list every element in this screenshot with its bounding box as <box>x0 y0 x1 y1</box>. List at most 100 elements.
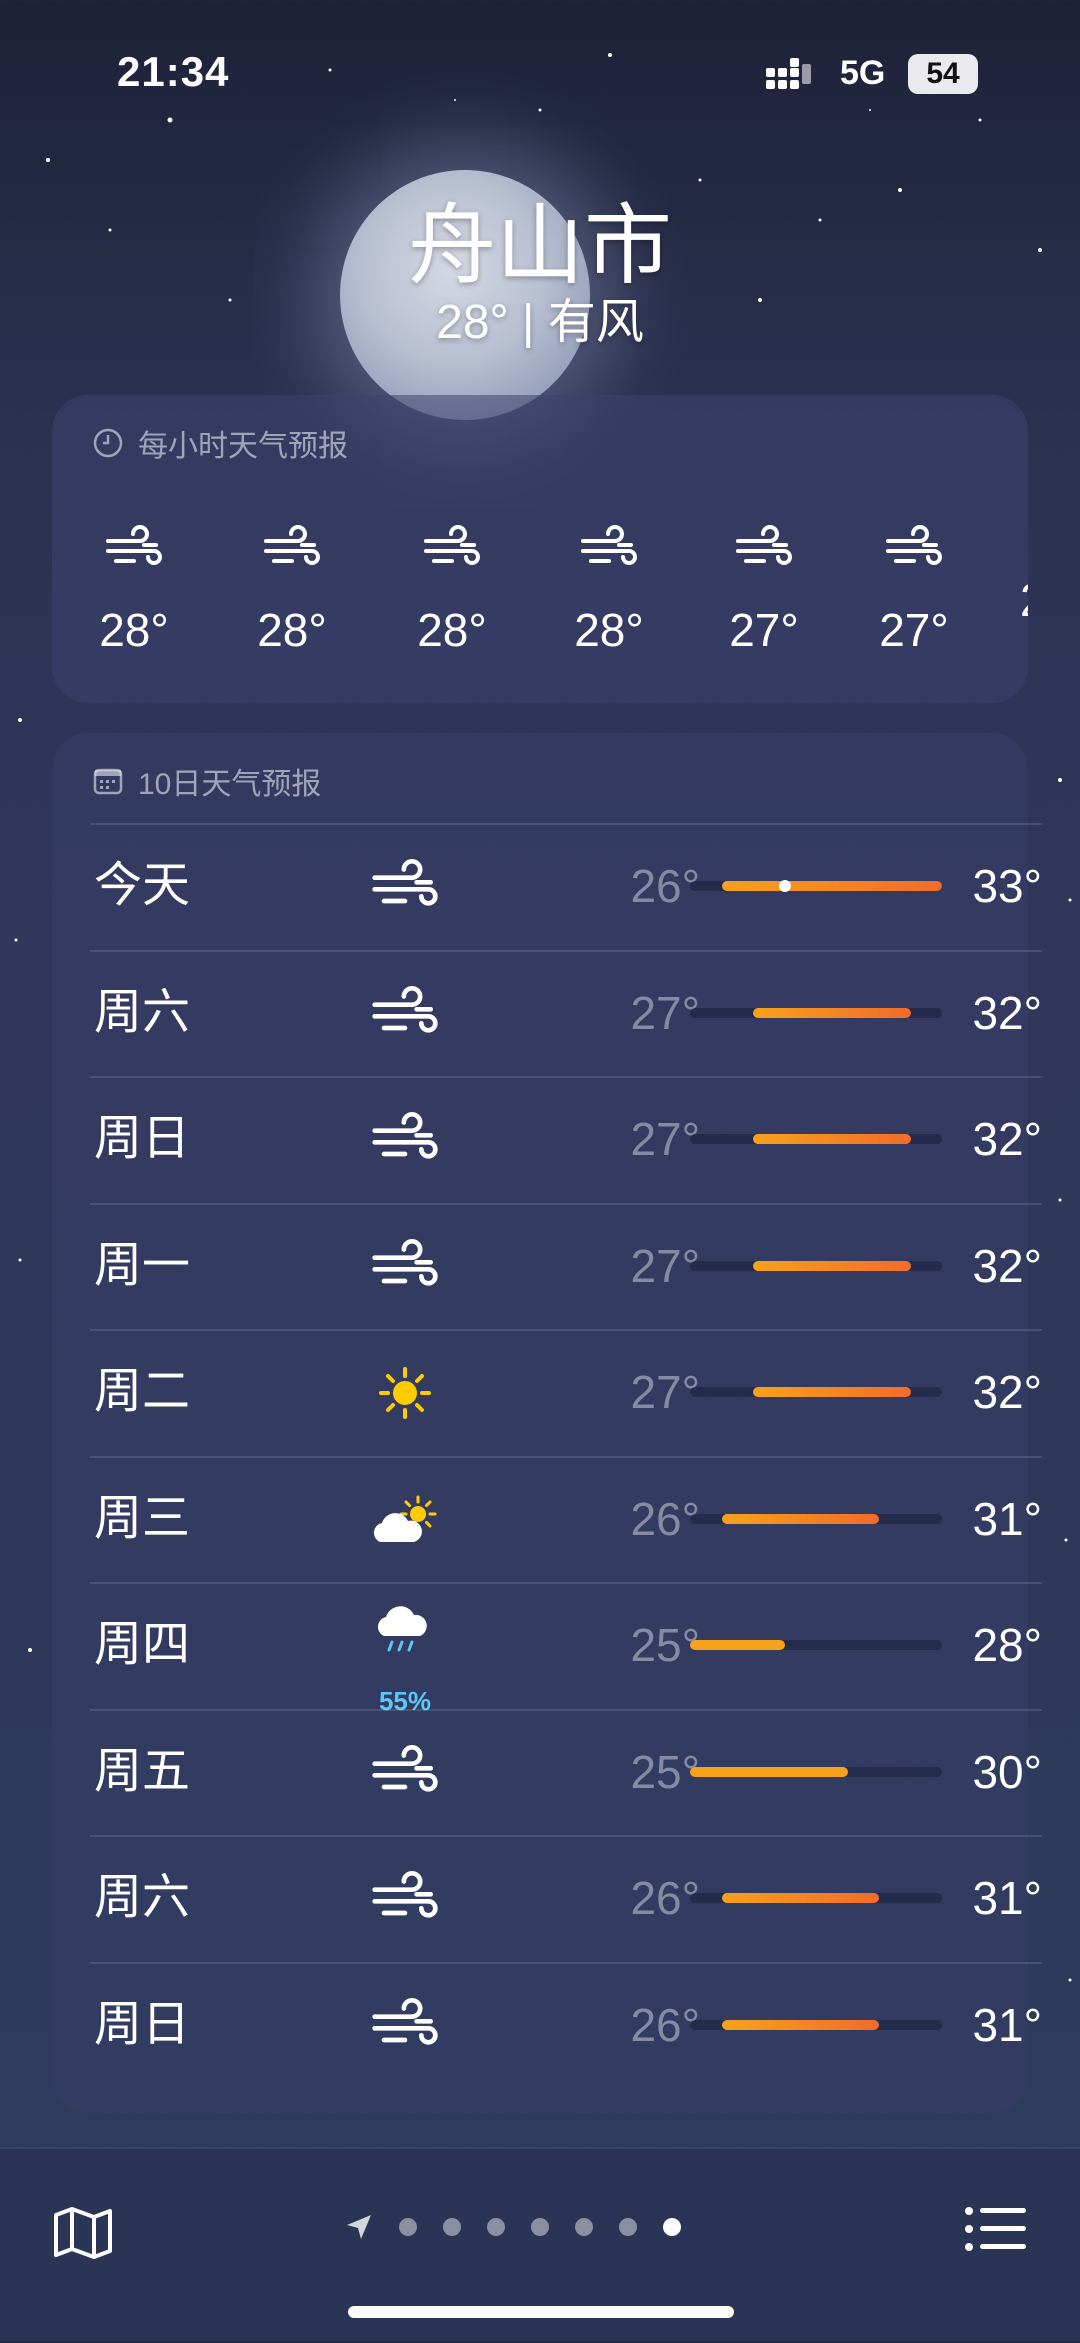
day-label: 周二 <box>94 1365 191 1418</box>
temp-range-fill <box>721 1513 879 1524</box>
clock: 21:34 <box>117 48 230 95</box>
page-dot[interactable] <box>575 2218 593 2236</box>
calendar-icon <box>93 768 123 795</box>
partly-cloudy-icon <box>373 1495 437 1542</box>
daily-row[interactable]: 今天 26° 33° <box>90 823 1042 949</box>
condition-icon-wrap: 55% <box>370 1602 440 1716</box>
page-dot[interactable] <box>663 2218 681 2236</box>
low-temp: 25° <box>630 1619 700 1671</box>
network-type: 5G <box>840 54 886 92</box>
city-list-icon[interactable] <box>964 2205 1026 2253</box>
page-dot[interactable] <box>399 2218 417 2236</box>
wind-icon <box>372 985 438 1033</box>
signal-strength-icon <box>766 58 811 89</box>
high-temp: 31° <box>972 1872 1042 1924</box>
hourly-forecast-title: 每小时天气预报 <box>138 430 348 463</box>
low-temp: 26° <box>630 1492 700 1545</box>
home-indicator[interactable] <box>348 2306 734 2318</box>
clock-icon <box>93 428 123 458</box>
hourly-item: 27° <box>704 525 824 657</box>
condition-icon-wrap <box>370 859 440 915</box>
temp-range-track <box>690 1260 942 1271</box>
daily-row[interactable]: 周二 27° 32° <box>90 1329 1042 1455</box>
row-divider <box>90 1202 1042 1205</box>
daily-row[interactable]: 周六 26° 31° <box>90 1835 1042 1961</box>
row-divider <box>90 1582 1042 1584</box>
day-label: 周三 <box>94 1491 191 1545</box>
temp-range-fill <box>753 1134 911 1144</box>
daily-row[interactable]: 周一 27° 32° <box>90 1202 1042 1329</box>
page-dot[interactable] <box>619 2218 637 2236</box>
row-divider <box>90 1076 1042 1078</box>
hourly-temp: 28° <box>99 604 169 656</box>
temp-range-fill <box>753 1260 911 1271</box>
hourly-item: 28° <box>232 525 352 657</box>
row-divider <box>90 1455 1042 1458</box>
temp-range-track <box>690 1007 942 1018</box>
day-label: 周五 <box>94 1744 191 1798</box>
wind-icon <box>372 1997 438 2045</box>
low-temp: 26° <box>630 1872 700 1924</box>
wind-icon <box>886 525 942 565</box>
map-icon[interactable] <box>52 2205 114 2261</box>
temp-range-track <box>690 1513 942 1524</box>
temp-range-track <box>690 880 942 892</box>
day-label: 周四 <box>94 1618 191 1671</box>
page-dot[interactable] <box>443 2218 461 2236</box>
day-label: 周六 <box>94 985 191 1039</box>
low-temp: 27° <box>630 1366 700 1418</box>
hourly-item: 28° <box>392 525 512 657</box>
condition-icon-wrap <box>370 1871 440 1927</box>
condition-icon-wrap <box>370 1492 440 1548</box>
hourly-temp: 28° <box>574 604 644 656</box>
wind-icon <box>424 525 480 565</box>
daily-row[interactable]: 周五 25° 30° <box>90 1708 1042 1835</box>
temp-range-track <box>690 1640 942 1650</box>
high-temp: 33° <box>972 860 1042 912</box>
temp-range-track <box>690 1387 942 1397</box>
day-label: 周六 <box>94 1871 191 1924</box>
temp-range-fill <box>690 1640 785 1650</box>
row-divider <box>90 823 1042 825</box>
hourly-temp: 28° <box>417 604 487 656</box>
daily-row[interactable]: 周六 27° 32° <box>90 949 1042 1076</box>
hourly-temp: 28° <box>257 604 327 656</box>
condition-icon-wrap <box>370 1238 440 1295</box>
high-temp: 31° <box>972 1998 1042 2051</box>
daily-row[interactable]: 周四 55% 25° 28° <box>90 1582 1042 1716</box>
location-arrow-icon <box>347 2215 371 2239</box>
row-divider <box>90 1329 1042 1331</box>
ten-day-forecast-card[interactable]: 10日天气预报 今天 26° 33° 周六 27° 32° 周日 27° 32° 周一 27° 32°… <box>52 733 1042 2113</box>
current-temp-marker <box>778 880 791 892</box>
wind-icon <box>106 525 162 565</box>
wind-icon <box>372 859 438 906</box>
rain-icon <box>377 1606 427 1652</box>
day-label: 周日 <box>94 1112 191 1165</box>
page-indicator[interactable] <box>344 2203 694 2251</box>
temp-range-fill <box>721 881 942 891</box>
hourly-forecast-card[interactable]: 每小时天气预报 28° 28° 28° 28° 27° 27° 2 <box>52 395 1028 703</box>
hourly-overflow-peek: 2 <box>1020 573 1028 633</box>
page-dot[interactable] <box>487 2218 505 2236</box>
high-temp: 32° <box>972 986 1042 1039</box>
daily-row[interactable]: 周日 27° 32° <box>90 1076 1042 1202</box>
daily-row[interactable]: 周日 26° 31° <box>90 1961 1042 2088</box>
hourly-forecast-header: 每小时天气预报 <box>92 421 348 465</box>
wind-icon <box>264 525 320 565</box>
low-temp: 26° <box>630 1998 700 2051</box>
temp-range-fill <box>721 1893 879 1903</box>
temp-range-fill <box>753 1387 911 1397</box>
daily-row[interactable]: 周三 26° 31° <box>90 1455 1042 1582</box>
page-dot[interactable] <box>531 2218 549 2236</box>
row-divider <box>90 1961 1042 1964</box>
status-bar: 21:34 5G 54 <box>0 0 1080 140</box>
temp-range-track <box>690 1766 942 1777</box>
ten-day-forecast-title: 10日天气预报 <box>138 768 322 801</box>
low-temp: 27° <box>630 1239 700 1292</box>
hourly-item: 28° <box>549 525 669 657</box>
wind-icon <box>372 1112 438 1159</box>
temp-range-fill <box>753 1007 911 1018</box>
low-temp: 25° <box>630 1745 700 1798</box>
day-label: 周一 <box>94 1238 191 1292</box>
condition-icon-wrap <box>370 1112 440 1168</box>
